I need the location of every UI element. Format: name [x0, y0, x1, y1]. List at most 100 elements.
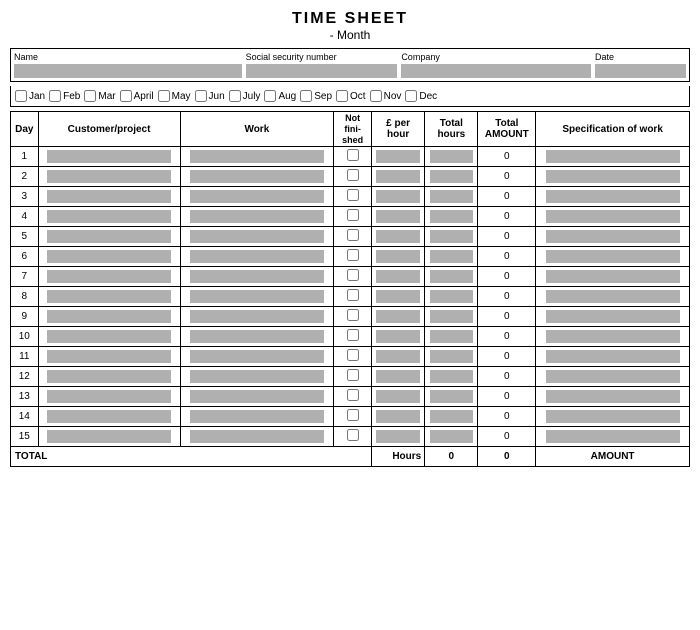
cell-total-hours-4[interactable]: [425, 207, 478, 227]
checkbox-dec[interactable]: [405, 90, 417, 102]
checkbox-row-7[interactable]: [347, 269, 359, 281]
cell-checkbox-13[interactable]: [334, 387, 372, 407]
cell-work-15[interactable]: [180, 427, 334, 447]
cell-work-12[interactable]: [180, 367, 334, 387]
cell-per-hour-8[interactable]: [372, 287, 425, 307]
cell-spec-14[interactable]: [536, 407, 690, 427]
cell-spec-1[interactable]: [536, 147, 690, 167]
cell-per-hour-10[interactable]: [372, 327, 425, 347]
checkbox-row-1[interactable]: [347, 149, 359, 161]
cell-per-hour-6[interactable]: [372, 247, 425, 267]
cell-checkbox-9[interactable]: [334, 307, 372, 327]
cell-work-6[interactable]: [180, 247, 334, 267]
cell-total-hours-7[interactable]: [425, 267, 478, 287]
cell-per-hour-13[interactable]: [372, 387, 425, 407]
cell-checkbox-3[interactable]: [334, 187, 372, 207]
cell-total-hours-1[interactable]: [425, 147, 478, 167]
checkbox-april[interactable]: [120, 90, 132, 102]
cell-checkbox-5[interactable]: [334, 227, 372, 247]
cell-work-14[interactable]: [180, 407, 334, 427]
cell-per-hour-4[interactable]: [372, 207, 425, 227]
cell-work-5[interactable]: [180, 227, 334, 247]
cell-total-hours-10[interactable]: [425, 327, 478, 347]
cell-spec-15[interactable]: [536, 427, 690, 447]
cell-work-13[interactable]: [180, 387, 334, 407]
cell-customer-4[interactable]: [38, 207, 180, 227]
checkbox-sep[interactable]: [300, 90, 312, 102]
cell-customer-7[interactable]: [38, 267, 180, 287]
cell-total-hours-14[interactable]: [425, 407, 478, 427]
cell-customer-6[interactable]: [38, 247, 180, 267]
checkbox-aug[interactable]: [264, 90, 276, 102]
cell-per-hour-11[interactable]: [372, 347, 425, 367]
cell-per-hour-7[interactable]: [372, 267, 425, 287]
cell-spec-6[interactable]: [536, 247, 690, 267]
checkbox-row-9[interactable]: [347, 309, 359, 321]
cell-customer-2[interactable]: [38, 167, 180, 187]
cell-customer-12[interactable]: [38, 367, 180, 387]
cell-customer-11[interactable]: [38, 347, 180, 367]
cell-spec-13[interactable]: [536, 387, 690, 407]
checkbox-mar[interactable]: [84, 90, 96, 102]
cell-customer-5[interactable]: [38, 227, 180, 247]
cell-per-hour-14[interactable]: [372, 407, 425, 427]
cell-checkbox-11[interactable]: [334, 347, 372, 367]
checkbox-may[interactable]: [158, 90, 170, 102]
company-input[interactable]: [401, 64, 591, 78]
cell-checkbox-10[interactable]: [334, 327, 372, 347]
cell-per-hour-15[interactable]: [372, 427, 425, 447]
cell-spec-7[interactable]: [536, 267, 690, 287]
cell-work-3[interactable]: [180, 187, 334, 207]
checkbox-row-11[interactable]: [347, 349, 359, 361]
checkbox-oct[interactable]: [336, 90, 348, 102]
cell-customer-3[interactable]: [38, 187, 180, 207]
cell-spec-12[interactable]: [536, 367, 690, 387]
cell-per-hour-5[interactable]: [372, 227, 425, 247]
cell-total-hours-13[interactable]: [425, 387, 478, 407]
cell-total-hours-2[interactable]: [425, 167, 478, 187]
cell-total-hours-12[interactable]: [425, 367, 478, 387]
cell-work-4[interactable]: [180, 207, 334, 227]
checkbox-row-5[interactable]: [347, 229, 359, 241]
cell-checkbox-14[interactable]: [334, 407, 372, 427]
checkbox-jan[interactable]: [15, 90, 27, 102]
cell-spec-3[interactable]: [536, 187, 690, 207]
cell-checkbox-6[interactable]: [334, 247, 372, 267]
cell-checkbox-8[interactable]: [334, 287, 372, 307]
checkbox-row-2[interactable]: [347, 169, 359, 181]
cell-spec-2[interactable]: [536, 167, 690, 187]
cell-total-hours-3[interactable]: [425, 187, 478, 207]
cell-customer-8[interactable]: [38, 287, 180, 307]
checkbox-row-4[interactable]: [347, 209, 359, 221]
cell-work-7[interactable]: [180, 267, 334, 287]
cell-total-hours-8[interactable]: [425, 287, 478, 307]
cell-total-hours-5[interactable]: [425, 227, 478, 247]
cell-customer-13[interactable]: [38, 387, 180, 407]
checkbox-feb[interactable]: [49, 90, 61, 102]
checkbox-jun[interactable]: [195, 90, 207, 102]
cell-checkbox-1[interactable]: [334, 147, 372, 167]
cell-spec-11[interactable]: [536, 347, 690, 367]
cell-per-hour-12[interactable]: [372, 367, 425, 387]
checkbox-row-6[interactable]: [347, 249, 359, 261]
cell-total-hours-15[interactable]: [425, 427, 478, 447]
cell-work-1[interactable]: [180, 147, 334, 167]
cell-checkbox-4[interactable]: [334, 207, 372, 227]
cell-per-hour-3[interactable]: [372, 187, 425, 207]
cell-work-2[interactable]: [180, 167, 334, 187]
cell-spec-10[interactable]: [536, 327, 690, 347]
cell-customer-1[interactable]: [38, 147, 180, 167]
cell-checkbox-15[interactable]: [334, 427, 372, 447]
cell-customer-14[interactable]: [38, 407, 180, 427]
name-input[interactable]: [14, 64, 242, 78]
cell-per-hour-9[interactable]: [372, 307, 425, 327]
cell-work-9[interactable]: [180, 307, 334, 327]
cell-checkbox-2[interactable]: [334, 167, 372, 187]
cell-total-hours-6[interactable]: [425, 247, 478, 267]
cell-work-11[interactable]: [180, 347, 334, 367]
cell-spec-8[interactable]: [536, 287, 690, 307]
cell-checkbox-12[interactable]: [334, 367, 372, 387]
checkbox-row-14[interactable]: [347, 409, 359, 421]
cell-spec-9[interactable]: [536, 307, 690, 327]
cell-per-hour-2[interactable]: [372, 167, 425, 187]
